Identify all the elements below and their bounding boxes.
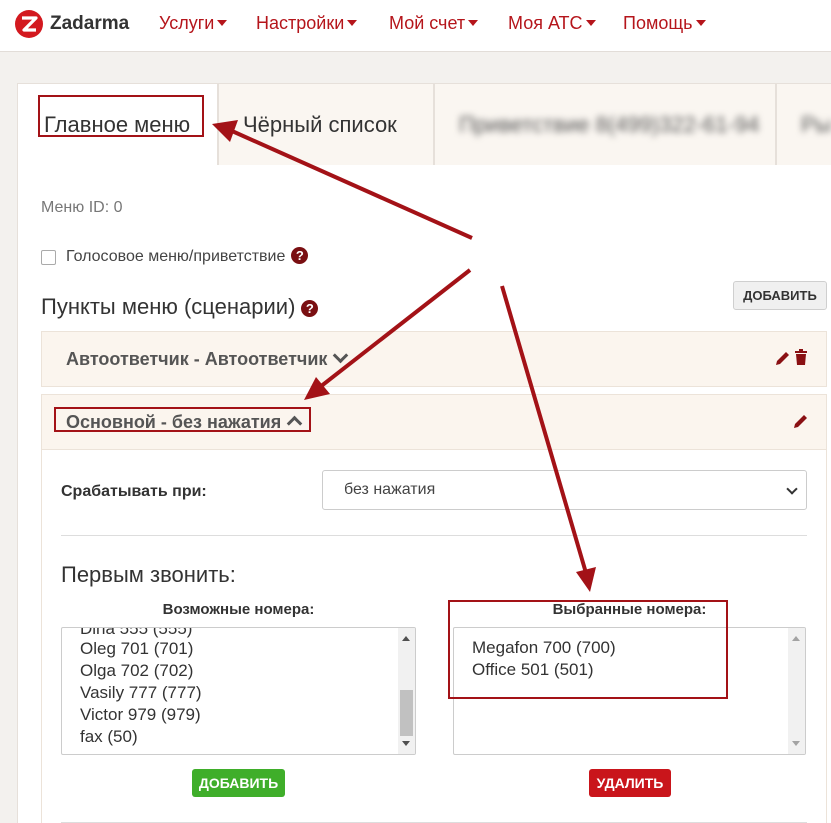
caret-down-icon xyxy=(217,20,228,26)
nav-my-account-label: Мой счет xyxy=(389,13,466,33)
scenario-autoresponder[interactable]: Автоответчик - Автоответчик xyxy=(41,331,827,387)
list-item[interactable]: Olga 702 (702) xyxy=(80,661,193,681)
voice-menu-checkbox[interactable] xyxy=(41,250,56,265)
nav-help-label: Помощь xyxy=(623,13,693,33)
nav-services-label: Услуги xyxy=(159,13,215,33)
available-numbers-list[interactable]: Dina 555 (555) Oleg 701 (701) Olga 702 (… xyxy=(61,627,416,755)
trigger-select-value: без нажатия xyxy=(344,481,436,498)
nav-settings-label: Настройки xyxy=(256,13,345,33)
list-item[interactable]: Vasily 777 (777) xyxy=(80,683,202,703)
scroll-down-icon[interactable] xyxy=(792,741,800,746)
tab-extra[interactable]: Ры xyxy=(776,83,831,165)
scroll-up-icon[interactable] xyxy=(792,636,800,641)
divider xyxy=(61,535,807,536)
tab-greeting-label: Приветствие 8(499)322-61-94 xyxy=(459,111,760,137)
caret-down-icon xyxy=(695,20,706,26)
top-navbar: Zadarma Услуги Настройки Мой счет Моя АТ… xyxy=(0,0,831,52)
first-call-title: Первым звонить: xyxy=(61,562,236,587)
pencil-icon[interactable] xyxy=(792,412,810,430)
menu-id-label: Меню ID: 0 xyxy=(41,199,123,216)
voice-menu-label: Голосовое меню/приветствие xyxy=(66,248,286,265)
nav-my-account[interactable]: Мой счет xyxy=(389,13,479,34)
list-item[interactable]: Oleg 701 (701) xyxy=(80,639,193,659)
scenarios-title: Пункты меню (сценарии) xyxy=(41,294,296,319)
nav-settings[interactable]: Настройки xyxy=(256,13,358,34)
trigger-label: Срабатывать при: xyxy=(61,483,207,500)
caret-down-icon xyxy=(468,20,479,26)
add-number-button[interactable]: ДОБАВИТЬ xyxy=(192,769,285,797)
question-circle-icon[interactable]: ? xyxy=(291,247,309,264)
nav-my-pbx-label: Моя АТС xyxy=(508,13,583,33)
trigger-select[interactable]: без нажатия xyxy=(322,470,807,510)
available-list-scrollbar[interactable] xyxy=(398,628,415,754)
remove-number-button[interactable]: УДАЛИТЬ xyxy=(589,769,671,797)
logo-text: Zadarma xyxy=(50,13,130,34)
nav-help[interactable]: Помощь xyxy=(623,13,706,34)
chevron-down-icon[interactable] xyxy=(333,347,349,364)
tab-blacklist-label: Чёрный список xyxy=(243,111,397,137)
nav-services[interactable]: Услуги xyxy=(159,13,228,34)
voice-menu-row: Голосовое меню/приветствие? xyxy=(66,247,309,266)
add-scenario-button[interactable]: ДОБАВИТЬ xyxy=(733,281,827,310)
scroll-down-icon[interactable] xyxy=(402,741,410,746)
question-circle-icon[interactable]: ? xyxy=(301,300,319,317)
scroll-up-icon[interactable] xyxy=(402,636,410,641)
zadarma-logo-icon xyxy=(14,9,44,39)
caret-down-icon xyxy=(347,20,358,26)
trash-icon[interactable] xyxy=(794,349,808,366)
list-item[interactable]: Victor 979 (979) xyxy=(80,705,201,725)
pencil-icon[interactable] xyxy=(774,349,792,367)
scroll-thumb[interactable] xyxy=(400,690,413,736)
available-numbers-header: Возможные номера: xyxy=(162,601,315,618)
scenarios-title-row: Пункты меню (сценарии)? xyxy=(41,294,319,320)
annotation-box xyxy=(54,407,311,432)
tab-greeting[interactable]: Приветствие 8(499)322-61-94 xyxy=(434,83,776,165)
logo[interactable]: Zadarma xyxy=(14,9,129,39)
scenario-title: Автоответчик - Автоответчик xyxy=(66,349,328,369)
caret-down-icon xyxy=(585,20,596,26)
chevron-down-icon xyxy=(786,483,798,495)
scenario-title-row: Автоответчик - Автоответчик xyxy=(66,347,349,370)
tab-extra-label: Ры xyxy=(801,111,831,137)
annotation-box xyxy=(448,600,728,699)
nav-my-pbx[interactable]: Моя АТС xyxy=(508,13,596,34)
tab-blacklist[interactable]: Чёрный список xyxy=(218,83,434,165)
list-item[interactable]: Dina 555 (555) xyxy=(80,628,192,639)
selected-list-scrollbar[interactable] xyxy=(788,628,805,754)
list-item[interactable]: fax (50) xyxy=(80,727,138,747)
annotation-box xyxy=(38,95,204,137)
